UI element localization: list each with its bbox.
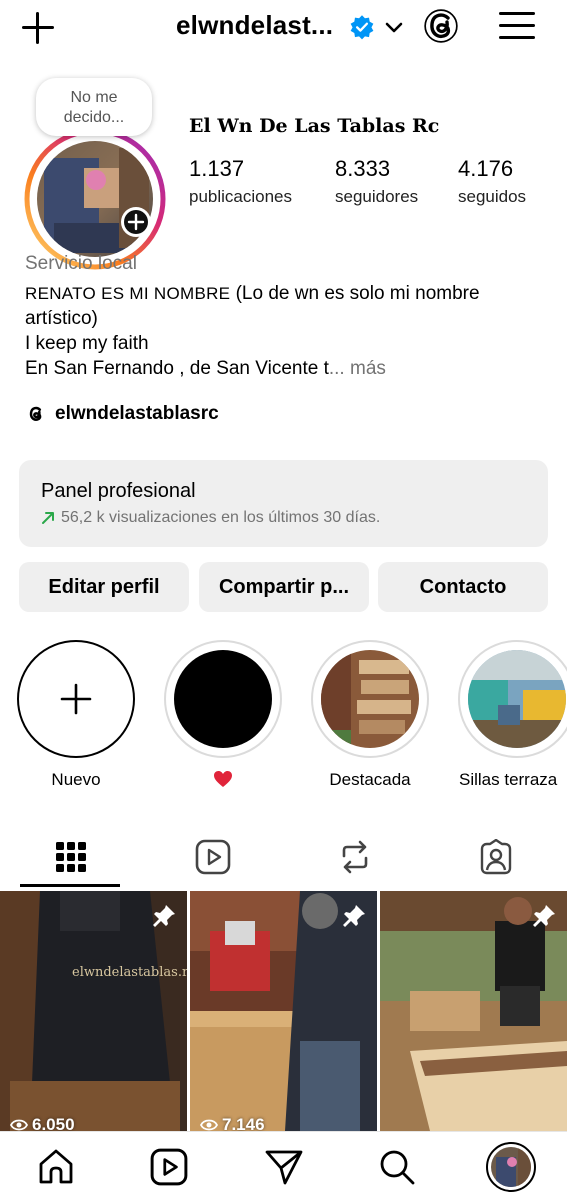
highlight-new[interactable]: Nuevo [16, 640, 136, 790]
chevron-down-icon[interactable] [383, 16, 405, 38]
top-bar: elwndelast... [0, 0, 567, 56]
highlight-heart[interactable] [163, 640, 283, 793]
reels-icon [150, 1148, 188, 1186]
bio-more-link[interactable]: ... más [329, 358, 386, 379]
bio-line4: En San Fernando , de San Vicente t [25, 358, 329, 379]
stat-following-value: 4.176 [458, 156, 514, 181]
panel-subtitle: 56,2 k visualizaciones en los últimos 30… [41, 509, 548, 527]
pin-icon [153, 905, 175, 927]
tab-posts-grid[interactable] [0, 826, 142, 888]
edit-profile-button[interactable]: Editar perfil [19, 562, 189, 612]
tab-reposts[interactable] [284, 826, 426, 888]
stat-followers-value: 8.333 [335, 156, 391, 181]
note-text-line1: No me [70, 89, 118, 106]
stat-posts-value: 1.137 [189, 156, 245, 181]
reels-icon [195, 839, 231, 875]
view-count: 6.050 [10, 1115, 75, 1131]
red-heart-icon [214, 771, 232, 787]
profile-category: Servicio local [25, 253, 137, 274]
note-bubble[interactable]: No me decido... [36, 78, 152, 136]
nav-search[interactable] [376, 1146, 418, 1188]
stat-following[interactable]: 4.176 seguidos [458, 155, 526, 209]
note-text-line2: decido... [63, 109, 125, 126]
trend-up-icon [42, 512, 54, 524]
search-icon [380, 1150, 415, 1185]
eye-icon [200, 1119, 218, 1131]
tab-reels[interactable] [142, 826, 284, 888]
bottom-navigation [0, 1131, 567, 1200]
highlight-cover [174, 650, 272, 748]
tab-tagged[interactable] [425, 826, 567, 888]
view-count: 7.146 [200, 1115, 265, 1131]
new-highlight-circle [17, 640, 135, 758]
menu-icon[interactable] [499, 10, 535, 42]
highlight-cover [468, 650, 566, 748]
story-ring [24, 128, 166, 270]
bio-line3: I keep my faith [25, 333, 149, 354]
create-plus-icon[interactable] [18, 8, 58, 48]
highlight-ring [164, 640, 282, 758]
profile-avatar-icon [486, 1142, 536, 1192]
home-icon [39, 1149, 73, 1184]
nav-profile[interactable] [486, 1142, 536, 1192]
bio-line2: artístico) [25, 308, 98, 329]
highlight-destacada[interactable]: Destacada [310, 640, 430, 790]
display-name: El Wn De Las Tablas Rc [189, 115, 440, 137]
highlight-sillas-terraza[interactable]: Sillas terraza [457, 640, 567, 790]
bio-line1-rest: (Lo de wn es solo mi nombre [230, 283, 480, 304]
highlight-label: Sillas terraza [459, 770, 558, 789]
stat-followers-label: seguidores [335, 187, 419, 206]
nav-home[interactable] [35, 1146, 77, 1188]
post-tile[interactable]: 7.146 [190, 891, 377, 1131]
panel-title: Panel profesional [41, 480, 196, 502]
threads-icon[interactable] [421, 6, 461, 46]
active-tab-indicator [20, 884, 120, 887]
professional-dashboard[interactable]: Panel profesional 56,2 k visualizaciones… [19, 460, 548, 547]
bio-name: RENATO ES MI NOMBRE [25, 284, 231, 303]
view-count-value: 6.050 [32, 1115, 75, 1131]
tagged-person-icon [480, 839, 512, 875]
profile-bio: RENATO ES MI NOMBRE (Lo de wn es solo mi… [25, 281, 545, 381]
highlight-ring [458, 640, 567, 758]
eye-icon [10, 1119, 28, 1131]
post-tile[interactable] [380, 891, 567, 1131]
stat-followers[interactable]: 8.333 seguidores [335, 155, 418, 209]
apron-text: elwndelastablas.rc [72, 965, 187, 980]
threads-small-icon [29, 406, 42, 421]
view-count-value: 7.146 [222, 1115, 265, 1131]
pin-icon [343, 905, 365, 927]
pin-icon [533, 905, 555, 927]
share-profile-button[interactable]: Compartir p... [199, 562, 369, 612]
username-title[interactable]: elwndelast... [176, 10, 333, 41]
panel-subtitle-text: 56,2 k visualizaciones en los últimos 30… [61, 509, 381, 526]
highlight-label: Destacada [329, 770, 411, 789]
grid-icon [56, 842, 86, 872]
threads-profile-link[interactable]: elwndelastablasrc [25, 400, 219, 428]
nav-messages[interactable] [263, 1146, 305, 1188]
plus-icon [60, 683, 92, 715]
highlight-label: Nuevo [51, 770, 101, 789]
stat-posts-label: publicaciones [189, 187, 293, 206]
stat-posts[interactable]: 1.137 publicaciones [189, 155, 292, 209]
highlight-ring [311, 640, 429, 758]
profile-avatar[interactable] [24, 128, 166, 270]
verified-badge-icon [350, 15, 374, 40]
direct-message-icon [265, 1150, 303, 1185]
highlight-cover [321, 650, 419, 748]
stat-following-label: seguidos [458, 187, 527, 206]
repost-icon [342, 840, 368, 874]
threads-handle: elwndelastablasrc [55, 403, 219, 424]
nav-reels[interactable] [148, 1146, 190, 1188]
highlight-label [163, 770, 283, 793]
contact-button[interactable]: Contacto [378, 562, 548, 612]
post-tile[interactable]: elwndelastablas.rc 6.050 [0, 891, 187, 1131]
